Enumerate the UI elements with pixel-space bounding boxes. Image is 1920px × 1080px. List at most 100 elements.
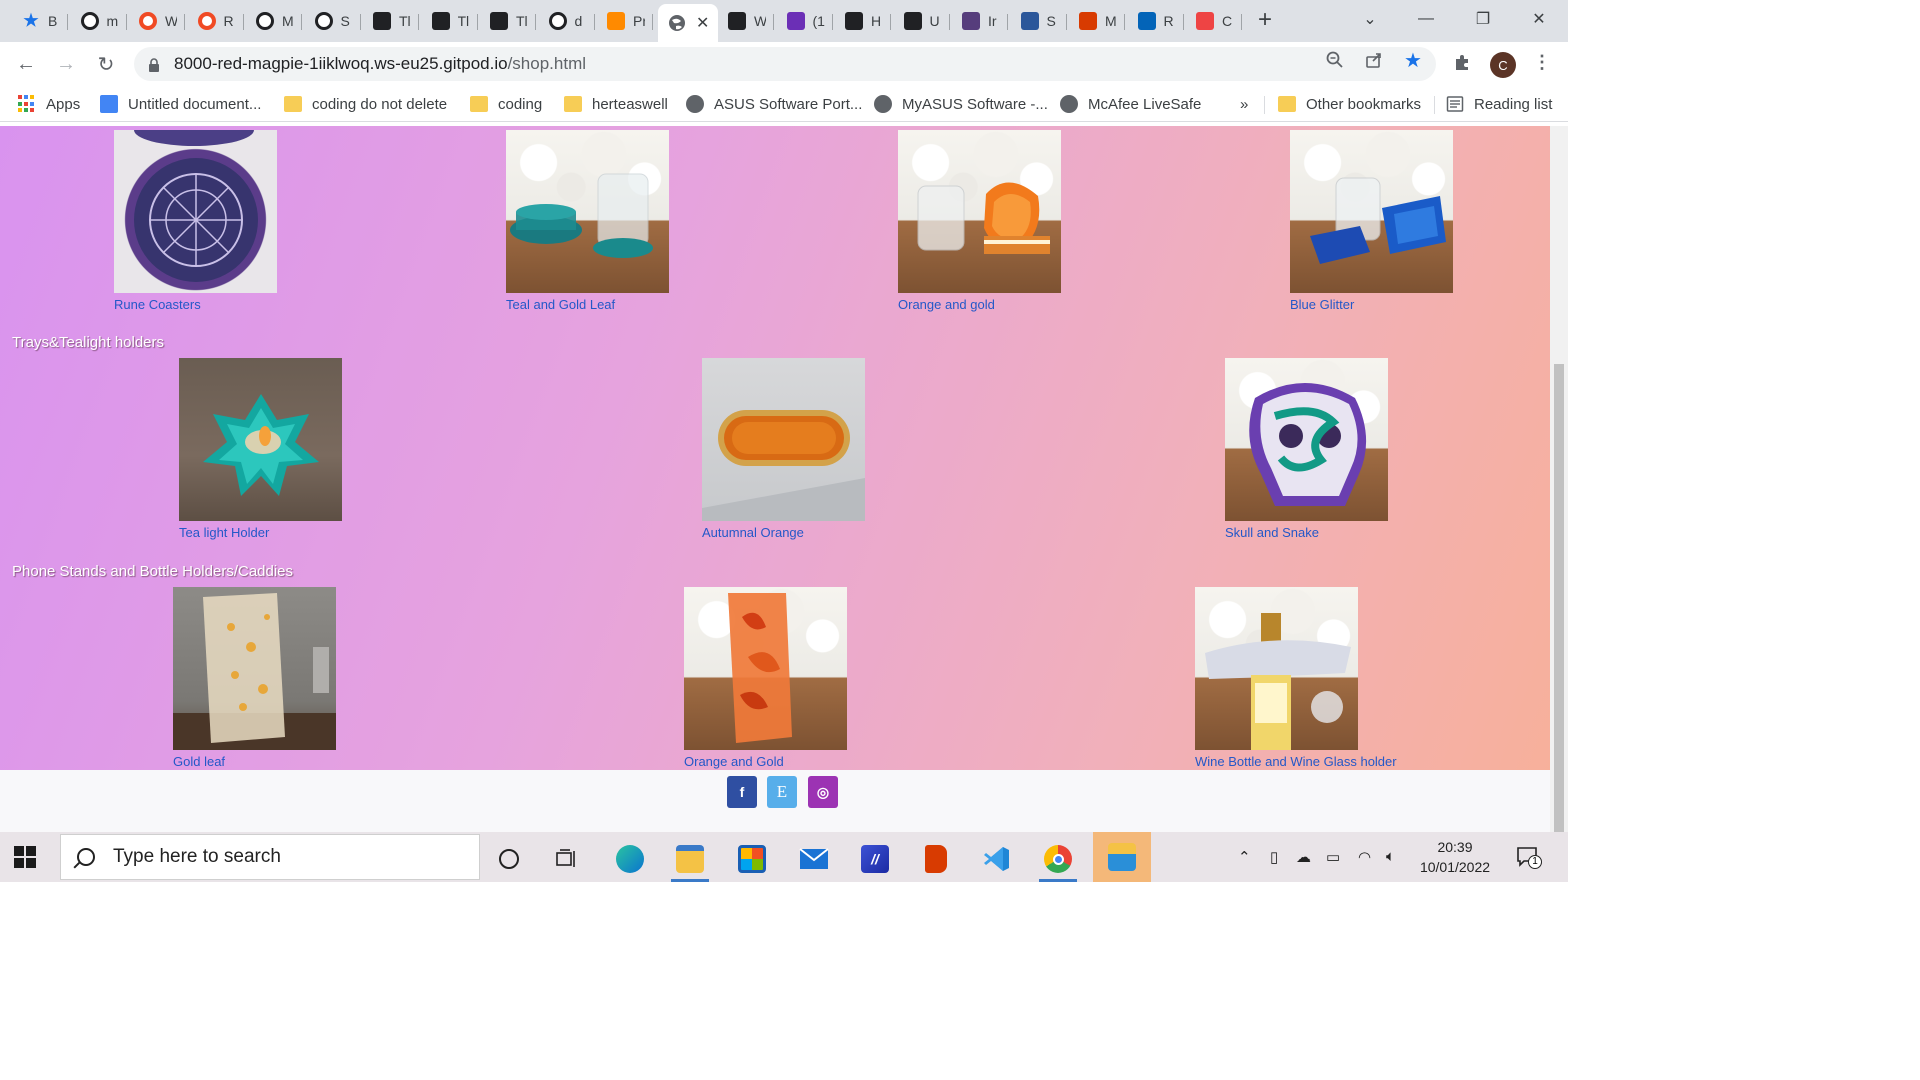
product-caption[interactable]: Blue Glitter [1290, 297, 1453, 312]
taskbar-search-box[interactable]: Type here to search [60, 834, 480, 880]
bookmarks-overflow-button[interactable]: » [1240, 92, 1248, 116]
product-image[interactable] [702, 358, 865, 521]
bookmark-asus-software-portal[interactable]: ASUS Software Port... [686, 92, 862, 116]
browser-tab[interactable]: H [835, 6, 891, 36]
bookmark-folder-coding[interactable]: coding [470, 92, 542, 116]
device-icon[interactable]: ▯ [1270, 848, 1278, 866]
browser-tab[interactable]: R [1128, 6, 1184, 36]
product-image[interactable] [179, 358, 342, 521]
browser-tab[interactable]: W [129, 6, 185, 36]
close-window-button[interactable]: ✕ [1511, 0, 1567, 38]
page-scrollbar[interactable] [1550, 126, 1568, 832]
asus-app-icon[interactable]: // [848, 836, 902, 882]
browser-tab[interactable]: Pr [597, 6, 653, 36]
product-image[interactable] [898, 130, 1061, 293]
product-image[interactable] [1225, 358, 1388, 521]
instagram-icon[interactable]: ◎ [808, 776, 838, 808]
browser-tab[interactable]: S [1011, 6, 1067, 36]
product-image[interactable] [114, 130, 277, 293]
product-wine-bottle-holder[interactable]: Wine Bottle and Wine Glass holder [1195, 587, 1397, 769]
chrome-icon[interactable] [1031, 836, 1085, 882]
mail-icon[interactable] [787, 836, 841, 882]
forward-button[interactable]: → [52, 50, 80, 78]
browser-tab[interactable]: Tl [422, 6, 478, 36]
scrollbar-thumb[interactable] [1554, 364, 1564, 832]
product-skull-and-snake[interactable]: Skull and Snake [1225, 358, 1388, 540]
product-caption[interactable]: Orange and gold [898, 297, 1061, 312]
onedrive-icon[interactable]: ☁ [1296, 848, 1311, 866]
product-caption[interactable]: Wine Bottle and Wine Glass holder [1195, 754, 1397, 769]
notifications-icon[interactable]: 1 [1516, 846, 1542, 869]
reading-list[interactable]: Reading list [1446, 92, 1552, 116]
product-caption[interactable]: Skull and Snake [1225, 525, 1388, 540]
browser-tab[interactable]: Tl [363, 6, 419, 36]
vscode-icon[interactable] [970, 836, 1024, 882]
bookmark-apps[interactable]: Apps [18, 92, 80, 116]
microsoft-store-icon[interactable] [725, 836, 779, 882]
product-tea-light-holder[interactable]: Tea light Holder [179, 358, 342, 540]
back-button[interactable]: ← [12, 50, 40, 78]
product-caption[interactable]: Tea light Holder [179, 525, 342, 540]
product-image[interactable] [173, 587, 336, 750]
reload-button[interactable]: ↻ [92, 50, 120, 78]
product-image[interactable] [1195, 587, 1358, 750]
volume-icon[interactable]: 🔈︎ [1386, 848, 1395, 865]
browser-tab[interactable]: C [1186, 6, 1242, 36]
browser-tab[interactable]: (1 [777, 6, 833, 36]
bookmark-folder-coding-do-not-delete[interactable]: coding do not delete [284, 92, 447, 116]
browser-tab[interactable]: S [305, 6, 361, 36]
browser-tab[interactable]: Tl [480, 6, 536, 36]
browser-tab[interactable]: Ir [952, 6, 1008, 36]
browser-tab[interactable]: R [188, 6, 244, 36]
product-caption[interactable]: Autumnal Orange [702, 525, 865, 540]
bookmark-mcafee-livesafe[interactable]: McAfee LiveSafe [1060, 92, 1201, 116]
bookmark-star-icon[interactable]: ★ [1402, 51, 1424, 73]
office-icon[interactable] [909, 836, 963, 882]
share-icon[interactable] [1363, 51, 1385, 73]
system-clock[interactable]: 20:39 10/01/2022 [1410, 837, 1500, 877]
wifi-icon[interactable]: ◠ [1358, 848, 1371, 866]
cortana-icon[interactable] [482, 836, 536, 882]
edge-icon[interactable] [603, 836, 657, 882]
product-teal-and-gold-leaf[interactable]: Teal and Gold Leaf [506, 130, 669, 312]
browser-tab[interactable]: U [894, 6, 950, 36]
restore-button[interactable]: ❐ [1455, 0, 1511, 38]
facebook-icon[interactable]: f [727, 776, 757, 808]
weather-app-icon[interactable] [1093, 832, 1151, 882]
lock-icon[interactable] [148, 58, 160, 72]
bookmark-myasus-software[interactable]: MyASUS Software -... [874, 92, 1048, 116]
bookmark-untitled-document[interactable]: Untitled document... [100, 92, 261, 116]
battery-icon[interactable]: ▭ [1326, 848, 1340, 866]
product-image[interactable] [684, 587, 847, 750]
task-view-icon[interactable] [540, 836, 594, 882]
bookmark-folder-herteaswell[interactable]: herteaswell [564, 92, 668, 116]
menu-kebab-icon[interactable]: ⋮ [1530, 52, 1554, 76]
product-caption[interactable]: Gold leaf [173, 754, 336, 769]
product-gold-leaf-stand[interactable]: Gold leaf [173, 587, 336, 769]
product-caption[interactable]: Orange and Gold [684, 754, 847, 769]
tab-search-icon[interactable]: ⌄ [1342, 0, 1398, 38]
browser-tab[interactable]: d [539, 6, 595, 36]
product-caption[interactable]: Teal and Gold Leaf [506, 297, 669, 312]
new-tab-button[interactable]: + [1252, 8, 1278, 34]
zoom-icon[interactable] [1324, 51, 1346, 73]
browser-tab[interactable]: m [71, 6, 127, 36]
other-bookmarks[interactable]: Other bookmarks [1278, 92, 1421, 116]
minimize-button[interactable]: — [1398, 0, 1454, 38]
windows-start-icon[interactable] [14, 846, 36, 868]
show-hidden-icons-chevron[interactable]: ⌃ [1238, 848, 1251, 866]
product-image[interactable] [1290, 130, 1453, 293]
browser-tab[interactable]: ★ B [12, 6, 68, 36]
extensions-icon[interactable] [1451, 52, 1475, 76]
etsy-icon[interactable]: E [767, 776, 797, 808]
product-blue-glitter[interactable]: Blue Glitter [1290, 130, 1453, 312]
address-bar[interactable]: 8000-red-magpie-1iiklwoq.ws-eu25.gitpod.… [134, 47, 1436, 81]
browser-tab[interactable]: M [1069, 6, 1125, 36]
product-image[interactable] [506, 130, 669, 293]
browser-tab[interactable]: W [718, 6, 774, 36]
profile-avatar[interactable]: C [1490, 52, 1516, 78]
file-explorer-icon[interactable] [663, 836, 717, 882]
product-orange-and-gold-caddy[interactable]: Orange and Gold [684, 587, 847, 769]
tab-active[interactable]: ✕ [658, 4, 718, 42]
product-autumnal-orange[interactable]: Autumnal Orange [702, 358, 865, 540]
